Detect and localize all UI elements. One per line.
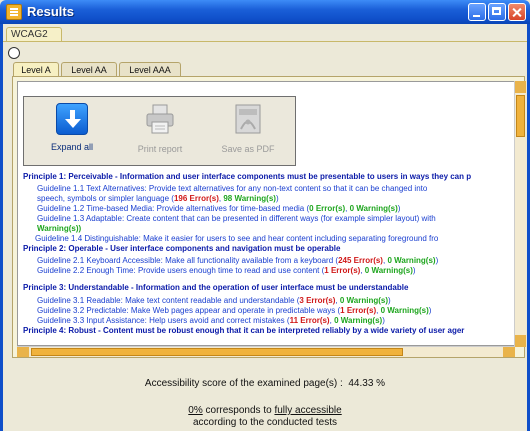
warning-count: Warning(s)) [37,224,82,233]
score-note: 0% corresponds to fully accessible [188,405,342,416]
scroll-up-arrow-icon[interactable] [515,81,526,93]
guideline-3-2[interactable]: Guideline 3.2 Predictable: Make Web page… [37,306,431,316]
save-pdf-button[interactable]: Save as PDF [204,101,292,161]
guideline-1-1[interactable]: Guideline 1.1 Text Alternatives: Provide… [37,184,427,194]
window-title: Results [27,4,74,19]
printer-icon [146,104,174,134]
warning-count: 98 Warning(s) [223,194,276,203]
error-count: 1 Error(s) [324,266,361,275]
score-value: 44.33 % [348,378,386,389]
principle-2[interactable]: Principle 2: Operable - User interface c… [23,244,340,254]
guideline-1-1-cont: speech, symbols or simpler language (196… [37,194,279,203]
principle-3[interactable]: Principle 3: Understandable - Informatio… [23,283,408,293]
expand-all-icon [56,103,88,135]
fully-accessible-link[interactable]: fully accessible [274,405,341,416]
tab-level-aaa[interactable]: Level AAA [119,62,181,77]
score-note-line2: according to the conducted tests [193,417,337,428]
results-view[interactable]: Expand all Print report Save as PDF Prin… [17,81,515,346]
expand-all-label: Expand all [50,142,94,152]
scroll-down-arrow-icon[interactable] [515,335,526,347]
print-report-button[interactable]: Print report [116,101,204,161]
pdf-icon [235,104,261,134]
vertical-scroll-thumb[interactable] [516,95,525,137]
tab-divider [3,41,527,42]
save-pdf-label: Save as PDF [221,144,275,154]
principle-4[interactable]: Principle 4: Robust - Content must be ro… [23,326,464,336]
scroll-left-arrow-icon[interactable] [17,347,29,357]
scroll-right-arrow-icon[interactable] [503,347,515,357]
guideline-3-3[interactable]: Guideline 3.3 Input Assistance: Help use… [37,316,385,326]
tab-level-aa[interactable]: Level AA [61,62,117,77]
warning-count: 0 Warning(s) [364,266,413,275]
error-count: 3 Error(s) [299,296,336,305]
guideline-1-2[interactable]: Guideline 1.2 Time-based Media: Provide … [37,204,400,214]
guideline-1-4[interactable]: Guideline 1.4 Distinguishable: Make it e… [35,234,438,244]
vertical-scrollbar[interactable] [514,81,526,347]
app-icon [6,4,22,20]
accessibility-score: Accessibility score of the examined page… [144,378,386,389]
maximize-button[interactable] [488,3,506,21]
warning-count: 0 Warning(s) [349,204,398,213]
principle-1[interactable]: Principle 1: Perceivable - Information a… [23,172,471,182]
warning-count: 0 Warning(s) [339,296,389,305]
guideline-1-3[interactable]: Guideline 1.3 Adaptable: Create content … [37,214,436,224]
guideline-2-1[interactable]: Guideline 2.1 Keyboard Accessible: Make … [37,256,438,266]
expand-all-button[interactable]: Expand all [28,101,116,161]
title-bar[interactable]: Results [0,0,530,24]
error-count: 1 Error(s) [340,306,377,315]
report-toolbar: Expand all Print report Save as PDF [23,96,296,166]
print-report-label: Print report [137,144,183,154]
guideline-3-1[interactable]: Guideline 3.1 Readable: Make text conten… [37,296,391,306]
warning-count: 0 Warning(s) [334,316,383,325]
horizontal-scroll-thumb[interactable] [31,348,403,356]
close-button[interactable] [508,3,526,21]
error-count: 0 Error(s) [309,204,346,213]
tab-wcag2[interactable]: WCAG2 [6,27,62,42]
error-count: 196 Error(s) [173,194,219,203]
error-count: 245 Error(s) [338,256,383,265]
radio-option[interactable] [8,47,20,59]
minimize-button[interactable] [468,3,486,21]
horizontal-scrollbar[interactable] [17,346,515,357]
warning-count: 0 Warning(s) [380,306,429,315]
guideline-2-2[interactable]: Guideline 2.2 Enough Time: Provide users… [37,266,416,276]
error-count: 11 Error(s) [289,316,330,325]
warning-count: 0 Warning(s) [387,256,436,265]
